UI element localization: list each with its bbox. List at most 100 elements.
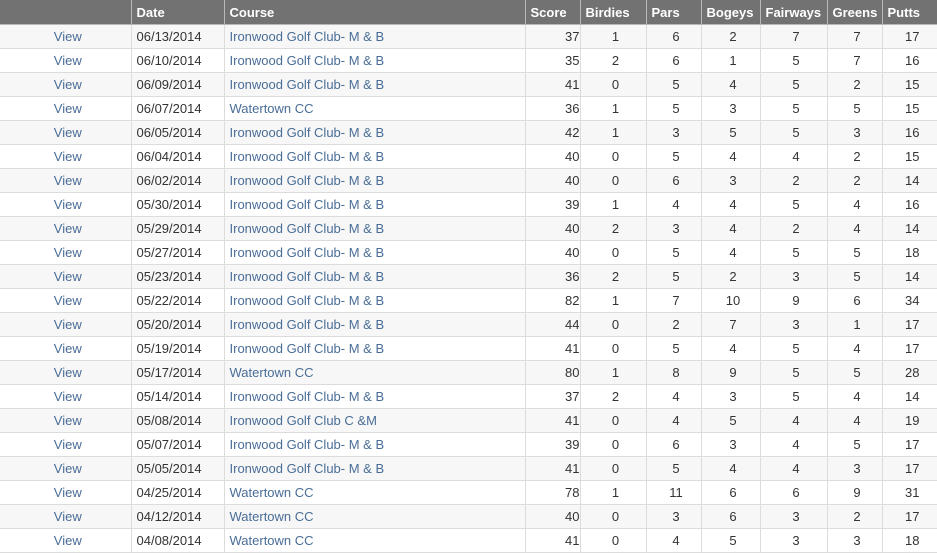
putts-cell: 34 [882,288,937,313]
course-link[interactable]: Watertown CC [230,533,314,548]
view-link[interactable]: View [54,341,82,356]
view-link[interactable]: View [54,245,82,260]
view-link[interactable]: View [54,101,82,116]
view-link[interactable]: View [54,533,82,548]
date-cell: 04/08/2014 [131,528,225,553]
greens-cell: 1 [827,312,883,337]
view-link[interactable]: View [54,413,82,428]
putts-cell: 18 [882,240,937,265]
pars-cell: 5 [646,144,702,169]
course-link[interactable]: Watertown CC [230,485,314,500]
view-cell: View [0,216,132,241]
header-pars[interactable]: Pars [646,0,702,25]
view-link[interactable]: View [54,53,82,68]
greens-cell: 3 [827,528,883,553]
table-row: View 05/27/2014 Ironwood Golf Club- M & B 4… [0,240,937,265]
greens-cell: 5 [827,96,883,121]
view-link[interactable]: View [54,269,82,284]
bogeys-cell: 4 [701,72,761,97]
putts-cell: 14 [882,384,937,409]
course-link[interactable]: Ironwood Golf Club- M & B [230,269,385,284]
course-link[interactable]: Ironwood Golf Club- M & B [230,29,385,44]
course-link[interactable]: Watertown CC [230,101,314,116]
fairways-cell: 5 [760,192,828,217]
course-link[interactable]: Ironwood Golf Club- M & B [230,197,385,212]
putts-cell: 17 [882,336,937,361]
course-link[interactable]: Ironwood Golf Club- M & B [230,245,385,260]
greens-cell: 4 [827,408,883,433]
view-link[interactable]: View [54,197,82,212]
putts-cell: 31 [882,480,937,505]
table-row: View 04/25/2014 Watertown CC 78 1 11 6 6 9 31 [0,480,937,505]
course-link[interactable]: Ironwood Golf Club- M & B [230,317,385,332]
view-link[interactable]: View [54,125,82,140]
score-cell: 80 [525,360,581,385]
bogeys-cell: 3 [701,384,761,409]
greens-cell: 4 [827,336,883,361]
course-link[interactable]: Ironwood Golf Club- M & B [230,293,385,308]
view-link[interactable]: View [54,437,82,452]
view-link[interactable]: View [54,389,82,404]
fairways-cell: 5 [760,96,828,121]
view-cell: View [0,72,132,97]
view-link[interactable]: View [54,149,82,164]
header-fairways[interactable]: Fairways [760,0,828,25]
header-birdies[interactable]: Birdies [580,0,647,25]
birdies-cell: 1 [580,192,647,217]
view-link[interactable]: View [54,29,82,44]
birdies-cell: 0 [580,240,647,265]
greens-cell: 2 [827,168,883,193]
course-cell: Ironwood Golf Club- M & B [224,336,526,361]
table-row: View 06/10/2014 Ironwood Golf Club- M & B 3… [0,48,937,73]
score-cell: 37 [525,384,581,409]
header-bogeys[interactable]: Bogeys [701,0,761,25]
date-cell: 05/20/2014 [131,312,225,337]
birdies-cell: 1 [580,24,647,49]
score-cell: 41 [525,456,581,481]
bogeys-cell: 10 [701,288,761,313]
header-date[interactable]: Date [131,0,225,25]
view-link[interactable]: View [54,365,82,380]
view-link[interactable]: View [54,77,82,92]
view-link[interactable]: View [54,485,82,500]
header-greens[interactable]: Greens [827,0,883,25]
course-link[interactable]: Ironwood Golf Club- M & B [230,173,385,188]
greens-cell: 6 [827,288,883,313]
view-cell: View [0,168,132,193]
birdies-cell: 0 [580,72,647,97]
view-link[interactable]: View [54,173,82,188]
course-link[interactable]: Ironwood Golf Club- M & B [230,461,385,476]
header-putts[interactable]: Putts [882,0,937,25]
score-cell: 40 [525,504,581,529]
course-link[interactable]: Ironwood Golf Club- M & B [230,221,385,236]
course-cell: Ironwood Golf Club- M & B [224,216,526,241]
course-link[interactable]: Ironwood Golf Club- M & B [230,437,385,452]
course-link[interactable]: Ironwood Golf Club- M & B [230,53,385,68]
fairways-cell: 2 [760,168,828,193]
course-link[interactable]: Ironwood Golf Club- M & B [230,149,385,164]
score-cell: 36 [525,96,581,121]
course-link[interactable]: Ironwood Golf Club C &M [230,413,377,428]
header-course[interactable]: Course [224,0,526,25]
course-link[interactable]: Watertown CC [230,365,314,380]
fairways-cell: 5 [760,240,828,265]
view-cell: View [0,432,132,457]
view-link[interactable]: View [54,221,82,236]
course-link[interactable]: Ironwood Golf Club- M & B [230,125,385,140]
pars-cell: 7 [646,288,702,313]
table-row: View 06/04/2014 Ironwood Golf Club- M & B 4… [0,144,937,169]
view-link[interactable]: View [54,293,82,308]
view-link[interactable]: View [54,461,82,476]
view-cell: View [0,144,132,169]
view-cell: View [0,48,132,73]
course-link[interactable]: Watertown CC [230,509,314,524]
view-link[interactable]: View [54,509,82,524]
course-link[interactable]: Ironwood Golf Club- M & B [230,389,385,404]
view-cell: View [0,360,132,385]
view-link[interactable]: View [54,317,82,332]
course-link[interactable]: Ironwood Golf Club- M & B [230,77,385,92]
course-link[interactable]: Ironwood Golf Club- M & B [230,341,385,356]
course-cell: Watertown CC [224,480,526,505]
header-score[interactable]: Score [525,0,581,25]
putts-cell: 15 [882,96,937,121]
